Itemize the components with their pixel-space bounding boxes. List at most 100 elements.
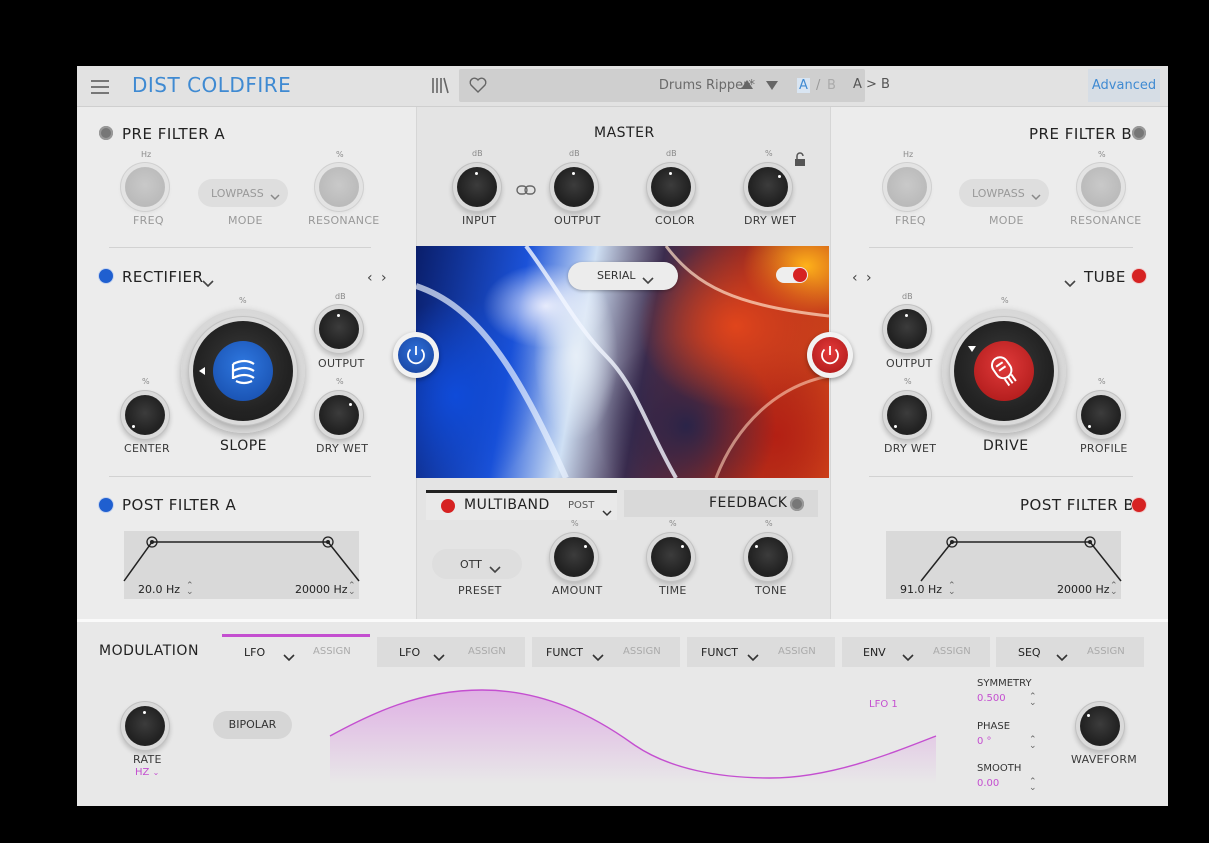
chevron-down-icon[interactable] xyxy=(902,647,914,666)
routing-dropdown[interactable]: SERIAL xyxy=(568,262,678,290)
mb-time-knob[interactable] xyxy=(651,537,691,577)
multiband-position[interactable]: POST xyxy=(568,500,594,511)
tube-drywet-knob[interactable] xyxy=(887,395,927,435)
mod-tab-5[interactable]: ENV ASSIGN xyxy=(842,637,990,667)
lock-icon[interactable] xyxy=(794,152,806,171)
mod-tab-assign[interactable]: ASSIGN xyxy=(468,646,506,657)
multiband-tab[interactable]: MULTIBAND POST xyxy=(426,490,617,520)
post-filter-b-toggle[interactable] xyxy=(1132,498,1146,512)
post-filter-a-display[interactable]: 20.0 Hz ⌃ ⌄ 20000 Hz ⌃ ⌄ xyxy=(123,531,360,599)
mod-tab-assign[interactable]: ASSIGN xyxy=(623,646,661,657)
next-icon[interactable]: › xyxy=(381,270,387,286)
mod-tab-1[interactable]: LFO ASSIGN xyxy=(222,634,370,667)
pre-a-freq-knob[interactable] xyxy=(125,167,165,207)
rect-center-knob[interactable] xyxy=(125,395,165,435)
mb-tone-knob[interactable] xyxy=(748,537,788,577)
chevron-down-icon[interactable] xyxy=(1056,647,1068,666)
post-filter-b-display[interactable]: 91.0 Hz ⌃ ⌄ 20000 Hz ⌃ ⌄ xyxy=(886,531,1122,599)
phase-value[interactable]: 0 ° xyxy=(977,736,992,747)
mod-tab-type[interactable]: LFO xyxy=(244,646,265,659)
menu-icon[interactable] xyxy=(91,76,109,98)
stepper-icon[interactable]: ⌃ ⌄ xyxy=(348,582,356,597)
mod-tab-type[interactable]: LFO xyxy=(399,646,420,659)
tube-output-knob[interactable] xyxy=(887,309,927,349)
up-arrow-icon[interactable] xyxy=(741,80,753,89)
mod-tab-2[interactable]: LFO ASSIGN xyxy=(377,637,525,667)
master-drywet-knob[interactable] xyxy=(748,167,788,207)
stepper-icon[interactable]: ⌃ ⌄ xyxy=(1029,778,1037,793)
chevron-down-icon[interactable] xyxy=(592,647,604,666)
tube-profile-knob[interactable] xyxy=(1081,395,1121,435)
rect-drywet-knob[interactable] xyxy=(319,395,359,435)
stepper-icon[interactable]: ⌃ ⌄ xyxy=(186,582,194,597)
stepper-icon[interactable]: ⌃ ⌄ xyxy=(1029,693,1037,708)
rate-knob[interactable] xyxy=(125,706,165,746)
post-a-low-value[interactable]: 20.0 Hz xyxy=(138,583,180,596)
mod-tab-assign[interactable]: ASSIGN xyxy=(778,646,816,657)
bipolar-button[interactable]: BIPOLAR xyxy=(213,711,292,739)
power-button-a[interactable] xyxy=(393,332,439,378)
ab-b[interactable]: B xyxy=(827,78,836,93)
rate-unit-dropdown[interactable]: HZ ⌄ xyxy=(135,767,159,778)
mod-tab-assign[interactable]: ASSIGN xyxy=(313,646,351,657)
ab-a[interactable]: A xyxy=(797,78,810,93)
library-icon[interactable] xyxy=(431,76,449,94)
mod-tab-assign[interactable]: ASSIGN xyxy=(1087,646,1125,657)
waveform-knob[interactable] xyxy=(1080,706,1120,746)
chevron-down-icon[interactable] xyxy=(1064,273,1076,292)
pre-b-resonance-knob[interactable] xyxy=(1081,167,1121,207)
mod-tab-3[interactable]: FUNCT ASSIGN xyxy=(532,637,680,667)
smooth-value[interactable]: 0.00 xyxy=(977,778,999,789)
chevron-down-icon[interactable] xyxy=(202,273,214,292)
next-icon[interactable]: › xyxy=(866,270,872,286)
stepper-icon[interactable]: ⌃ ⌄ xyxy=(948,582,956,597)
multiband-toggle[interactable] xyxy=(441,499,455,513)
mod-tab-assign[interactable]: ASSIGN xyxy=(933,646,971,657)
down-arrow-icon[interactable] xyxy=(766,81,778,90)
symmetry-value[interactable]: 0.500 xyxy=(977,693,1006,704)
tube-title[interactable]: TUBE xyxy=(1084,268,1126,286)
mod-tab-type[interactable]: ENV xyxy=(863,646,886,659)
mod-tab-type[interactable]: FUNCT xyxy=(701,646,738,659)
mod-tab-6[interactable]: SEQ ASSIGN xyxy=(996,637,1144,667)
visual-toggle[interactable] xyxy=(776,267,808,283)
feedback-tab[interactable]: FEEDBACK xyxy=(624,490,818,517)
post-a-high-value[interactable]: 20000 Hz xyxy=(295,583,348,596)
master-color-knob[interactable] xyxy=(651,167,691,207)
mod-tab-type[interactable]: SEQ xyxy=(1018,646,1041,659)
master-output-knob[interactable] xyxy=(554,167,594,207)
stepper-icon[interactable]: ⌃ ⌄ xyxy=(1029,736,1037,751)
power-button-b[interactable] xyxy=(807,332,853,378)
advanced-button[interactable]: Advanced xyxy=(1088,69,1160,102)
rectifier-toggle[interactable] xyxy=(99,269,113,283)
chevron-down-icon[interactable] xyxy=(283,647,295,666)
ab-copy-button[interactable]: A > B xyxy=(853,77,890,92)
post-b-low-value[interactable]: 91.0 Hz xyxy=(900,583,942,596)
multiband-preset-dropdown[interactable]: OTT xyxy=(432,549,522,579)
ab-selector[interactable]: A / B xyxy=(792,75,840,97)
prev-icon[interactable]: ‹ xyxy=(367,270,373,286)
prev-icon[interactable]: ‹ xyxy=(852,270,858,286)
mb-amount-knob[interactable] xyxy=(554,537,594,577)
pre-filter-b-toggle[interactable] xyxy=(1132,126,1146,140)
feedback-toggle[interactable] xyxy=(790,497,804,511)
pre-a-resonance-knob[interactable] xyxy=(319,167,359,207)
rect-output-knob[interactable] xyxy=(319,309,359,349)
pre-a-mode-dropdown[interactable]: LOWPASS xyxy=(198,179,288,207)
chevron-down-icon[interactable] xyxy=(433,647,445,666)
post-b-high-value[interactable]: 20000 Hz xyxy=(1057,583,1110,596)
tube-toggle[interactable] xyxy=(1132,269,1146,283)
pre-b-mode-dropdown[interactable]: LOWPASS xyxy=(959,179,1049,207)
master-input-knob[interactable] xyxy=(457,167,497,207)
lfo-waveform[interactable] xyxy=(329,684,937,804)
pre-filter-a-toggle[interactable] xyxy=(99,126,113,140)
mod-tab-4[interactable]: FUNCT ASSIGN xyxy=(687,637,835,667)
chevron-down-icon[interactable] xyxy=(747,647,759,666)
pre-b-freq-knob[interactable] xyxy=(887,167,927,207)
rectifier-title[interactable]: RECTIFIER xyxy=(122,268,203,286)
mod-tab-type[interactable]: FUNCT xyxy=(546,646,583,659)
link-icon[interactable] xyxy=(516,180,536,199)
preset-name[interactable]: Drums Ripper* xyxy=(459,78,755,93)
chevron-down-icon[interactable] xyxy=(602,502,612,521)
stepper-icon[interactable]: ⌃ ⌄ xyxy=(1110,582,1118,597)
